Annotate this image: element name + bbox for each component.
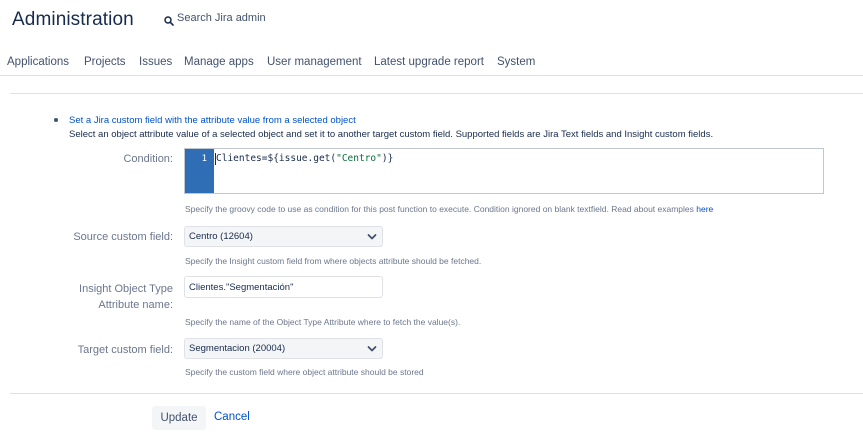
- attribute-name-label-line2: Attribute name:: [98, 299, 173, 311]
- source-field-value: Centro (12604): [189, 231, 253, 242]
- admin-nav: Applications Projects Issues Manage apps…: [0, 50, 863, 76]
- attribute-name-hint: Specify the name of the Object Type Attr…: [185, 317, 461, 327]
- divider: [10, 393, 863, 394]
- cancel-link[interactable]: Cancel: [214, 411, 250, 423]
- nav-item-projects[interactable]: Projects: [84, 56, 126, 68]
- line-number: 1: [201, 154, 207, 164]
- bullet-icon: [54, 118, 58, 122]
- chevron-down-icon: [367, 234, 377, 240]
- source-field-select[interactable]: Centro (12604): [184, 226, 383, 247]
- source-field-hint: Specify the Insight custom field from wh…: [185, 256, 482, 266]
- attribute-name-input[interactable]: [184, 276, 383, 298]
- code-suffix: )}: [381, 153, 394, 164]
- page-header: Administration Search Jira admin: [0, 0, 863, 44]
- post-function-link[interactable]: Set a Jira custom field with the attribu…: [69, 115, 356, 126]
- post-function-description: Select an object attribute value of a se…: [69, 129, 714, 140]
- condition-code-editor[interactable]: 1 Clientes=${issue.get("Centro")}: [184, 148, 824, 194]
- divider: [10, 93, 863, 94]
- nav-item-user-management[interactable]: User management: [267, 56, 362, 68]
- editor-gutter: 1: [185, 149, 214, 193]
- target-field-label: Target custom field:: [77, 344, 173, 356]
- condition-label: Condition:: [123, 153, 173, 165]
- nav-item-applications[interactable]: Applications: [7, 56, 69, 68]
- search-icon: [164, 13, 174, 26]
- target-field-select[interactable]: Segmentacion (20004): [184, 338, 383, 359]
- nav-item-system[interactable]: System: [497, 56, 535, 68]
- search-label[interactable]: Search Jira admin: [177, 12, 266, 24]
- target-field-value: Segmentacion (20004): [189, 343, 286, 354]
- condition-hint: Specify the groovy code to use as condit…: [185, 204, 713, 214]
- admin-search[interactable]: Search Jira admin: [164, 12, 266, 26]
- condition-code[interactable]: Clientes=${issue.get("Centro")}: [216, 153, 393, 164]
- nav-item-issues[interactable]: Issues: [139, 56, 172, 68]
- attribute-name-label-line1: Insight Object Type: [79, 283, 173, 295]
- page-title: Administration: [12, 9, 134, 30]
- update-button[interactable]: Update: [152, 406, 206, 430]
- target-field-hint: Specify the custom field where object at…: [185, 367, 424, 377]
- code-prefix: Clientes=${issue.get(: [216, 153, 337, 164]
- code-string: "Centro": [336, 153, 382, 164]
- condition-hint-text: Specify the groovy code to use as condit…: [185, 204, 697, 214]
- chevron-down-icon: [367, 346, 377, 352]
- nav-item-latest-upgrade-report[interactable]: Latest upgrade report: [374, 56, 484, 68]
- examples-link[interactable]: here: [696, 204, 713, 214]
- nav-item-manage-apps[interactable]: Manage apps: [184, 56, 254, 68]
- source-field-label: Source custom field:: [73, 231, 173, 243]
